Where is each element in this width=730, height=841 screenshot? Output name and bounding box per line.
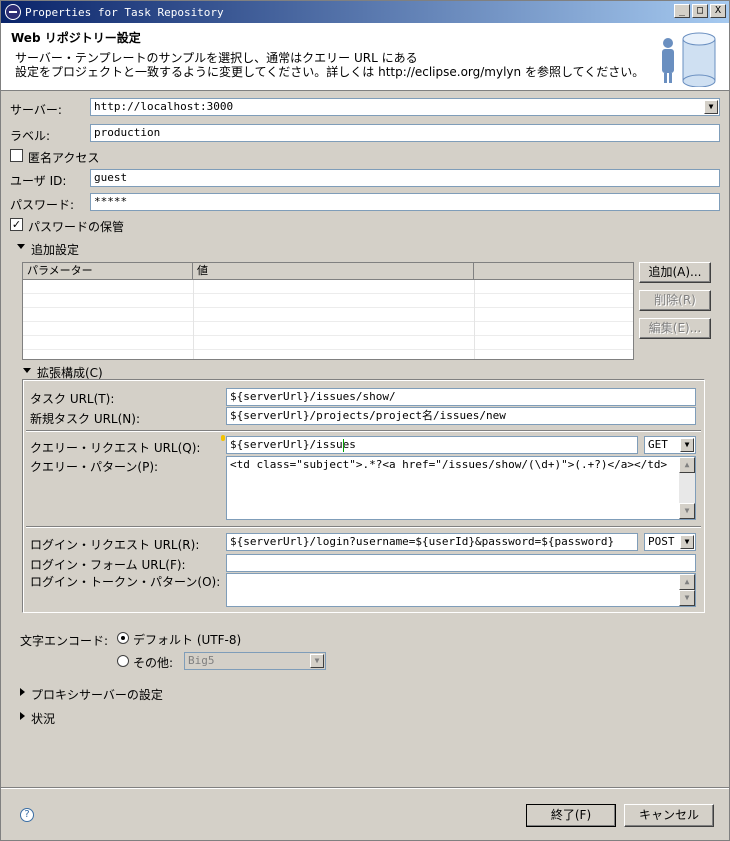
scroll-down-icon[interactable]: ▼ [679, 503, 695, 519]
query-pattern-scrollbar[interactable]: ▲ ▼ [679, 457, 695, 519]
label-label: ラベル: [10, 129, 51, 143]
repository-icon [662, 32, 716, 87]
minimize-button[interactable]: _ [674, 4, 690, 18]
server-combo[interactable]: http://localhost:3000 ▼ [90, 98, 720, 116]
encoding-other-radio[interactable] [117, 655, 129, 667]
encoding-other-label: その他: [133, 656, 174, 670]
title-bar[interactable]: Properties for Task Repository _ □ X [1, 1, 729, 23]
chevron-down-icon[interactable]: ▼ [680, 438, 694, 452]
footer-separator [1, 787, 729, 789]
text-caret [343, 439, 344, 452]
table-row[interactable] [23, 336, 633, 350]
login-token-pattern-textarea[interactable]: ▲ ▼ [226, 573, 696, 607]
chevron-down-icon[interactable]: ▼ [310, 654, 324, 668]
save-password-label: パスワードの保管 [28, 220, 125, 234]
scroll-down-icon[interactable]: ▼ [679, 590, 695, 606]
encoding-other-value: Big5 [188, 654, 215, 667]
login-form-url-label: ログイン・フォーム URL(F): [30, 558, 186, 572]
query-pattern-value: <td class="subject">.*?<a href="/issues/… [230, 458, 668, 471]
user-id-field[interactable]: guest [90, 169, 720, 187]
maximize-button[interactable]: □ [692, 4, 708, 18]
table-row[interactable] [23, 294, 633, 308]
column-divider [474, 280, 475, 359]
separator [26, 430, 701, 432]
task-url-field[interactable]: ${serverUrl}/issues/show/ [226, 388, 696, 406]
query-request-url-field[interactable]: ${serverUrl}/issues [226, 436, 638, 454]
proxy-settings-header[interactable]: プロキシサーバーの設定 [31, 686, 163, 703]
query-pattern-label: クエリー・パターン(P): [30, 460, 159, 474]
new-task-url-label: 新規タスク URL(N): [30, 412, 141, 426]
new-task-url-field[interactable]: ${serverUrl}/projects/project名/issues/ne… [226, 407, 696, 425]
query-method-value: GET [648, 438, 668, 451]
login-token-pattern-label: ログイン・トークン・パターン(O): [30, 575, 221, 589]
login-request-url-label: ログイン・リクエスト URL(R): [30, 538, 200, 552]
scroll-up-icon[interactable]: ▲ [679, 574, 695, 590]
login-form-url-field[interactable] [226, 554, 696, 572]
page-description: サーバー・テンプレートのサンプルを選択し、通常はクエリー URL にある 設定を… [15, 51, 645, 79]
lightbulb-icon [221, 435, 225, 441]
encoding-label: 文字エンコード: [20, 634, 109, 648]
password-label: パスワード: [10, 198, 75, 212]
expand-right-icon[interactable] [20, 712, 25, 720]
column-divider [193, 280, 194, 359]
anonymous-checkbox[interactable] [10, 149, 23, 162]
expand-down-icon[interactable] [17, 244, 25, 249]
edit-parameter-button[interactable]: 編集(E)... [639, 318, 711, 339]
window-title: Properties for Task Repository [25, 5, 224, 19]
header-banner: Web リポジトリー設定 サーバー・テンプレートのサンプルを選択し、通常はクエリ… [1, 23, 729, 91]
user-id-label: ユーザ ID: [10, 174, 67, 188]
expand-right-icon[interactable] [20, 688, 25, 696]
anonymous-label: 匿名アクセス [28, 151, 100, 165]
chevron-down-icon[interactable]: ▼ [704, 100, 718, 114]
separator [26, 526, 701, 528]
server-value: http://localhost:3000 [94, 100, 234, 113]
column-header-parameter[interactable]: パラメーター [23, 263, 193, 280]
table-row[interactable] [23, 322, 633, 336]
encoding-default-radio[interactable] [117, 632, 129, 644]
page-title: Web リポジトリー設定 [11, 31, 141, 45]
help-icon[interactable]: ? [20, 808, 34, 822]
table-row[interactable] [23, 308, 633, 322]
parameters-table[interactable]: パラメーター 値 [22, 262, 634, 360]
label-field[interactable]: production [90, 124, 720, 142]
query-method-combo[interactable]: GET ▼ [644, 436, 696, 454]
additional-settings-header[interactable]: 追加設定 [31, 241, 79, 258]
task-url-label: タスク URL(T): [30, 392, 115, 406]
server-label: サーバー: [10, 103, 62, 117]
table-row[interactable] [23, 280, 633, 294]
query-request-url-label: クエリー・リクエスト URL(Q): [30, 441, 201, 455]
login-request-url-field[interactable]: ${serverUrl}/login?username=${userId}&pa… [226, 533, 638, 551]
scroll-up-icon[interactable]: ▲ [679, 457, 695, 473]
chevron-down-icon[interactable]: ▼ [680, 535, 694, 549]
finish-button[interactable]: 終了(F) [526, 804, 616, 827]
eclipse-icon [5, 4, 21, 20]
status-header[interactable]: 状況 [31, 710, 55, 727]
window-controls: _ □ X [674, 4, 726, 18]
encoding-other-combo[interactable]: Big5 ▼ [184, 652, 326, 670]
encoding-default-label: デフォルト (UTF-8) [133, 633, 242, 647]
password-field[interactable]: ***** [90, 193, 720, 211]
save-password-checkbox[interactable]: ✓ [10, 218, 23, 231]
login-token-pattern-scrollbar[interactable]: ▲ ▼ [679, 574, 695, 606]
expand-down-icon[interactable] [23, 368, 31, 373]
column-header-empty[interactable] [474, 263, 633, 280]
cancel-button[interactable]: キャンセル [624, 804, 714, 827]
properties-dialog: Properties for Task Repository _ □ X Web… [0, 0, 730, 841]
remove-parameter-button[interactable]: 削除(R) [639, 290, 711, 311]
query-pattern-textarea[interactable]: <td class="subject">.*?<a href="/issues/… [226, 456, 696, 520]
close-button[interactable]: X [710, 4, 726, 18]
column-header-value[interactable]: 値 [193, 263, 474, 280]
login-method-combo[interactable]: POST ▼ [644, 533, 696, 551]
add-parameter-button[interactable]: 追加(A)... [639, 262, 711, 283]
query-request-url-value: ${serverUrl}/issues [230, 438, 356, 451]
login-method-value: POST [648, 535, 675, 548]
